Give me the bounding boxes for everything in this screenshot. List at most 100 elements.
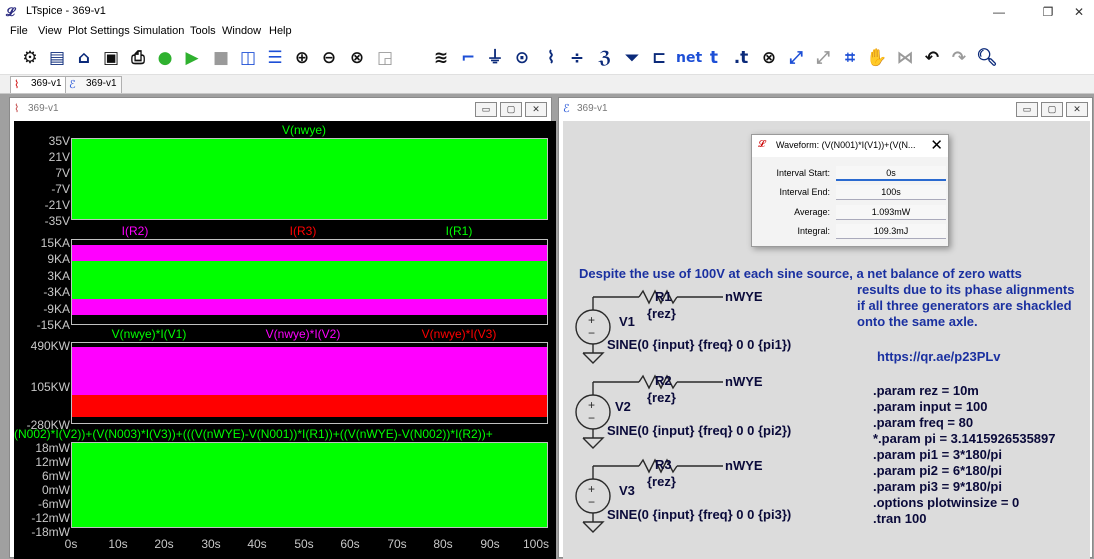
trace-label[interactable]: V(nwye)*I(V1) bbox=[94, 327, 204, 341]
resistor-value-r3[interactable]: {rez} bbox=[647, 474, 676, 489]
run-icon[interactable]: ▶ bbox=[181, 47, 203, 69]
trace-label[interactable]: V(nwye)*I(V2) bbox=[248, 327, 358, 341]
close-button[interactable]: ✕ bbox=[525, 102, 547, 117]
comment-text[interactable]: if all three generators are shackled bbox=[857, 298, 1072, 313]
tile-vertical-icon[interactable]: ◫ bbox=[237, 47, 259, 69]
maximize-button[interactable]: ▢ bbox=[500, 102, 522, 117]
tile-horizontal-icon[interactable]: ☰ bbox=[264, 47, 286, 69]
zoom-out-icon[interactable]: ⊖ bbox=[318, 47, 340, 69]
autorange-icon[interactable]: ◲ bbox=[374, 47, 396, 69]
wire-icon[interactable]: ⌐ bbox=[457, 47, 479, 69]
resistor-icon[interactable]: ⌇ bbox=[540, 47, 562, 69]
maximize-button[interactable]: ▢ bbox=[1041, 102, 1063, 117]
sine-spec-v1[interactable]: SINE(0 {input} {freq} 0 0 {pi1}) bbox=[607, 337, 791, 352]
menu-plot-settings[interactable]: Plot Settings bbox=[68, 25, 130, 37]
menu-view[interactable]: View bbox=[38, 25, 62, 37]
capacitor-icon[interactable]: ÷ bbox=[566, 47, 588, 69]
delete-icon[interactable]: ⊗ bbox=[758, 47, 780, 69]
net-label-nwye[interactable]: nWYE bbox=[725, 458, 763, 473]
waveform-plot-area[interactable]: V(nwye) 35V 21V 7V -7V -21V -35V I(R2) I… bbox=[14, 121, 556, 559]
spice-directive[interactable]: .param rez = 10m bbox=[873, 383, 979, 398]
minimize-button[interactable]: ▭ bbox=[475, 102, 497, 117]
menu-file[interactable]: File bbox=[10, 25, 28, 37]
tab-waveform[interactable]: ⌇ 369-v1 bbox=[10, 76, 67, 93]
print-icon[interactable]: ⎙ bbox=[127, 47, 149, 69]
tab-schematic[interactable]: ℰ 369-v1 bbox=[65, 76, 122, 93]
menu-tools[interactable]: Tools bbox=[190, 25, 216, 37]
plot-pane[interactable] bbox=[71, 138, 548, 220]
trace-label[interactable]: (N002)*I(V2))+(V(N003)*I(V3))+(((V(nWYE)… bbox=[14, 427, 556, 441]
close-icon[interactable]: ✕ bbox=[930, 136, 943, 154]
ground-icon[interactable]: ⏚ bbox=[484, 47, 506, 69]
sine-spec-v3[interactable]: SINE(0 {input} {freq} 0 0 {pi3}) bbox=[607, 507, 791, 522]
net-label-nwye[interactable]: nWYE bbox=[725, 374, 763, 389]
zoom-fit-icon[interactable]: ⊗ bbox=[346, 47, 368, 69]
drag-icon[interactable]: ⌗ bbox=[839, 47, 861, 69]
spice-directive[interactable]: *.param pi = 3.1415926535897 bbox=[873, 431, 1056, 446]
comment-text[interactable]: Despite the use of 100V at each sine sou… bbox=[579, 266, 1022, 281]
spice-directive[interactable]: .param pi1 = 3*180/pi bbox=[873, 447, 1002, 462]
menu-window[interactable]: Window bbox=[222, 25, 261, 37]
trace-label[interactable]: V(nwye) bbox=[244, 123, 364, 137]
menu-simulation[interactable]: Simulation bbox=[133, 25, 184, 37]
url-text[interactable]: https://qr.ae/p23PLv bbox=[877, 349, 1001, 364]
restore-button[interactable]: ❐ bbox=[1033, 3, 1063, 21]
move-icon[interactable]: ⤢ bbox=[812, 47, 834, 69]
duplicate-icon[interactable]: ⤢ bbox=[785, 47, 807, 69]
interval-start-input[interactable]: 0s bbox=[836, 166, 946, 181]
resistor-value-r2[interactable]: {rez} bbox=[647, 390, 676, 405]
comment-text[interactable]: onto the same axle. bbox=[857, 314, 978, 329]
spice-directive[interactable]: .param freq = 80 bbox=[873, 415, 973, 430]
trace-label[interactable]: I(R2) bbox=[100, 224, 170, 238]
spice-directive[interactable]: .param pi2 = 6*180/pi bbox=[873, 463, 1002, 478]
schematic-window-titlebar[interactable]: ℰ 369-v1 ▭ ▢ ✕ bbox=[559, 98, 1092, 120]
plot-pane[interactable] bbox=[71, 342, 548, 424]
redo-icon[interactable]: ↷ bbox=[948, 47, 970, 69]
source-label-v3[interactable]: V3 bbox=[619, 483, 635, 498]
source-label-v1[interactable]: V1 bbox=[619, 314, 635, 329]
open-folder-icon[interactable]: ⌂ bbox=[73, 47, 95, 69]
dialog-titlebar[interactable]: 𝓛 Waveform: (V(N001)*I(V1))+(V(N... ✕ bbox=[752, 135, 948, 157]
trace-label[interactable]: I(R3) bbox=[268, 224, 338, 238]
redo-icon[interactable]: ✋ bbox=[866, 47, 888, 69]
waveform-window[interactable]: ⌇ 369-v1 ▭ ▢ ✕ V(nwye) 35V 21V 7V -7V -21V… bbox=[9, 97, 556, 559]
spice-directive[interactable]: .param pi3 = 9*180/pi bbox=[873, 479, 1002, 494]
label-net-icon[interactable]: ⊙ bbox=[511, 47, 533, 69]
find-icon[interactable]: 🔍︎ bbox=[976, 47, 998, 69]
waveform-integral-dialog[interactable]: 𝓛 Waveform: (V(N001)*I(V1))+(V(N... ✕ In… bbox=[751, 134, 949, 247]
text-icon[interactable]: t bbox=[703, 47, 725, 69]
sine-spec-v2[interactable]: SINE(0 {input} {freq} 0 0 {pi2}) bbox=[607, 423, 791, 438]
mirror-icon[interactable]: ⋈ bbox=[894, 47, 916, 69]
spice-directive[interactable]: .tran 100 bbox=[873, 511, 926, 526]
interval-end-input[interactable]: 100s bbox=[836, 185, 946, 200]
resistor-label-r3[interactable]: R3 bbox=[655, 457, 672, 472]
inductor-icon[interactable]: ℨ bbox=[594, 47, 616, 69]
plot-pane[interactable] bbox=[71, 239, 548, 325]
spice-directive-icon[interactable]: .t bbox=[730, 47, 752, 69]
spice-directive[interactable]: .options plotwinsize = 0 bbox=[873, 495, 1019, 510]
resistor-value-r1[interactable]: {rez} bbox=[647, 306, 676, 321]
component-icon[interactable]: ⊏ bbox=[648, 47, 670, 69]
close-button[interactable]: ✕ bbox=[1064, 3, 1094, 21]
minimize-button[interactable]: ▭ bbox=[1016, 102, 1038, 117]
settings-gear-icon[interactable]: ⚙ bbox=[19, 47, 41, 69]
trace-label[interactable]: V(nwye)*I(V3) bbox=[404, 327, 514, 341]
resistor-label-r1[interactable]: R1 bbox=[655, 289, 672, 304]
zoom-in-icon[interactable]: ⊕ bbox=[291, 47, 313, 69]
undo-icon[interactable]: ↶ bbox=[921, 47, 943, 69]
trace-label[interactable]: I(R1) bbox=[424, 224, 494, 238]
control-panel-icon[interactable]: ● bbox=[154, 47, 176, 69]
save-icon[interactable]: ▣ bbox=[100, 47, 122, 69]
resistor-label-r2[interactable]: R2 bbox=[655, 373, 672, 388]
net-label-icon[interactable]: net bbox=[676, 47, 702, 69]
wire-icon[interactable]: ≋ bbox=[430, 47, 452, 69]
new-schematic-icon[interactable]: ▤ bbox=[46, 47, 68, 69]
spice-directive[interactable]: .param input = 100 bbox=[873, 399, 988, 414]
halt-icon[interactable]: ■ bbox=[210, 47, 232, 69]
source-label-v2[interactable]: V2 bbox=[615, 399, 631, 414]
waveform-window-titlebar[interactable]: ⌇ 369-v1 ▭ ▢ ✕ bbox=[10, 98, 551, 120]
comment-text[interactable]: results due to its phase alignments bbox=[857, 282, 1074, 297]
plot-pane[interactable] bbox=[71, 442, 548, 528]
diode-icon[interactable]: ⏷ bbox=[621, 47, 643, 69]
close-button[interactable]: ✕ bbox=[1066, 102, 1088, 117]
